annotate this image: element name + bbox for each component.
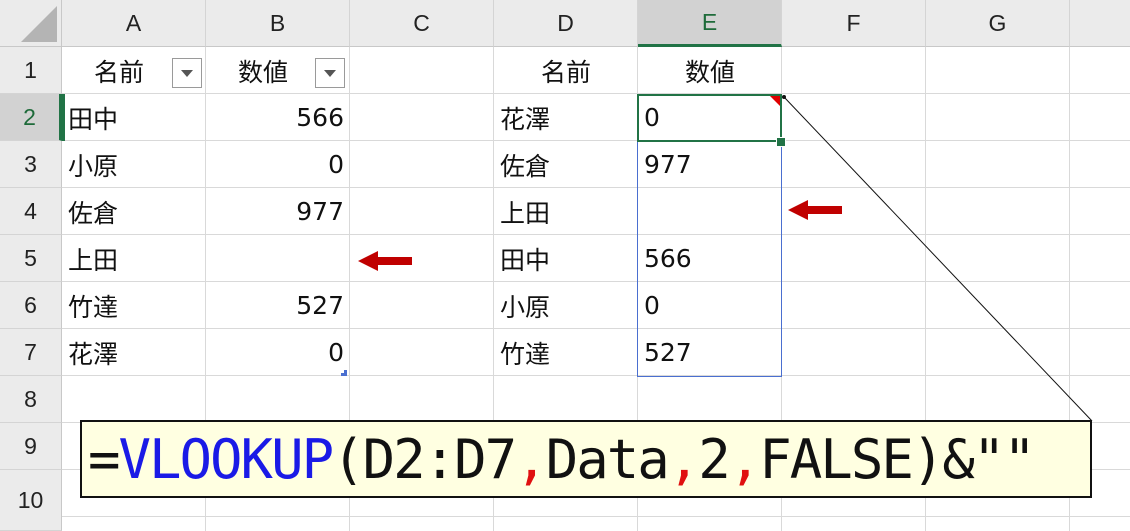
cell-b4[interactable]: 977 [206,188,350,235]
formula-equals: = [88,427,120,491]
left-arrow-icon [788,200,842,220]
cell-d2[interactable]: 花澤 [494,94,638,141]
row-header-1[interactable]: 1 [0,47,62,94]
formula-function-name: VLOOKUP [118,427,335,491]
cell-a3[interactable]: 小原 [62,141,206,188]
formula-arg4: FALSE)&"" [759,427,1036,491]
spreadsheet-grid[interactable]: A B C D E F G 1 2 3 4 5 6 7 8 9 10 名前 数値… [0,0,1130,531]
select-all-button[interactable] [0,0,62,47]
active-cell-border [637,94,782,142]
row-header-5[interactable]: 5 [0,235,62,282]
cell-a7[interactable]: 花澤 [62,329,206,376]
table-resize-handle[interactable] [341,370,347,376]
cell-b2[interactable]: 566 [206,94,350,141]
formula-arg1: (D2:D7 [332,427,517,491]
cell-d1-header[interactable]: 名前 [494,47,638,94]
column-header-b[interactable]: B [206,0,350,47]
cell-b5[interactable] [206,235,350,282]
cell-d4[interactable]: 上田 [494,188,638,235]
select-all-triangle-icon [21,6,57,42]
filter-dropdown-button-a[interactable] [172,58,202,88]
column-header-a[interactable]: A [62,0,206,47]
column-header-d[interactable]: D [494,0,638,47]
cell-b7[interactable]: 0 [206,329,350,376]
fill-handle[interactable] [776,137,786,147]
gridline [62,516,1130,517]
cell-a4[interactable]: 佐倉 [62,188,206,235]
column-header-c[interactable]: C [350,0,494,47]
column-header-g[interactable]: G [926,0,1070,47]
column-header-h-partial[interactable] [1070,0,1130,47]
row-header-9[interactable]: 9 [0,423,62,470]
cell-b6[interactable]: 527 [206,282,350,329]
formula-separator: , [667,427,700,491]
row-header-6[interactable]: 6 [0,282,62,329]
dropdown-arrow-icon [324,69,336,77]
formula-separator: , [515,427,547,491]
filter-dropdown-button-b[interactable] [315,58,345,88]
row-header-8[interactable]: 8 [0,376,62,423]
cell-e1-header[interactable]: 数値 [638,47,782,94]
column-header-e[interactable]: E [638,0,782,47]
cell-b3[interactable]: 0 [206,141,350,188]
row-header-7[interactable]: 7 [0,329,62,376]
table-row-indicator [62,94,65,141]
dropdown-arrow-icon [181,69,193,77]
cell-a6[interactable]: 竹達 [62,282,206,329]
cell-d5[interactable]: 田中 [494,235,638,282]
row-header-10[interactable]: 10 [0,470,62,531]
comment-indicator-icon[interactable] [770,96,780,106]
cell-d7[interactable]: 竹達 [494,329,638,376]
formula-arg2: Data [545,427,670,491]
row-header-2[interactable]: 2 [0,94,62,141]
formula-separator: , [728,427,761,491]
formula-arg3: 2 [698,427,730,491]
referenced-range-outline [637,142,782,377]
left-arrow-icon [358,251,412,271]
cell-d6[interactable]: 小原 [494,282,638,329]
formula-comment-box: = VLOOKUP (D2:D7, Data, 2, FALSE)&"" [80,420,1092,498]
column-header-f[interactable]: F [782,0,926,47]
cell-d3[interactable]: 佐倉 [494,141,638,188]
cell-a2[interactable]: 田中 [62,94,206,141]
cell-a5[interactable]: 上田 [62,235,206,282]
row-header-3[interactable]: 3 [0,141,62,188]
row-header-4[interactable]: 4 [0,188,62,235]
